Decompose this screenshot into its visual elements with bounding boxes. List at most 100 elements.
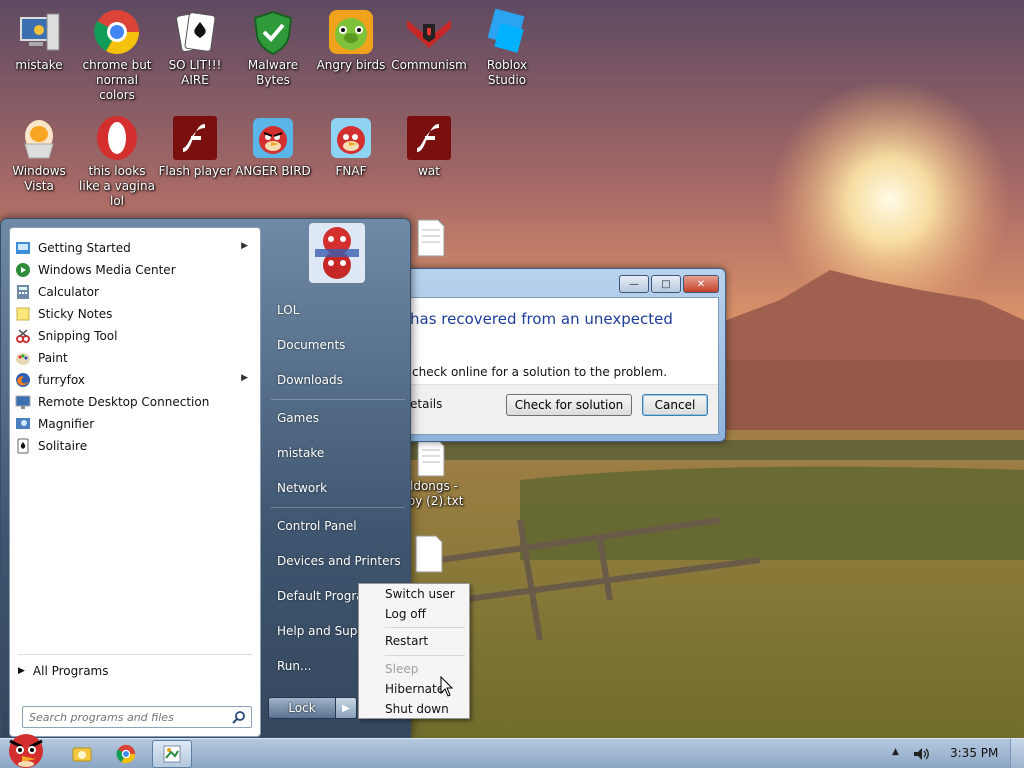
minimize-button[interactable]: — xyxy=(619,275,649,293)
desktop-icon-windows-vista[interactable]: Windows Vista xyxy=(0,114,78,194)
dialog-message: check online for a solution to the probl… xyxy=(412,365,668,379)
start-menu-item-label: Calculator xyxy=(38,285,99,299)
desktop-icon-wat[interactable]: wat xyxy=(390,114,468,179)
search-icon[interactable] xyxy=(232,710,246,724)
desktop-icon-flash-player[interactable]: Flash player xyxy=(156,114,234,179)
all-programs-button[interactable]: ▶ All Programs xyxy=(18,664,109,678)
desktop-icon-chrome[interactable]: chrome but normal colors xyxy=(78,8,156,103)
desktop-icon-label: Angry birds xyxy=(316,58,386,72)
taskbar: ▲ 3:35 PM xyxy=(0,734,1024,768)
text-file-icon[interactable] xyxy=(414,438,448,478)
show-desktop-button[interactable] xyxy=(1010,739,1024,768)
power-options-arrow-button[interactable]: ▶ xyxy=(335,697,357,719)
desktop-icon-communism[interactable]: Communism xyxy=(390,8,468,73)
desktop-icon-label: Roblox Studio xyxy=(486,58,528,87)
all-programs-label: All Programs xyxy=(32,664,109,678)
start-menu-item-furryfox[interactable]: furryfox ▶ xyxy=(14,369,256,391)
menu-item-shut-down[interactable]: Shut down xyxy=(361,699,467,719)
computer-icon xyxy=(15,8,63,56)
snipping-tool-icon xyxy=(14,327,32,345)
desktop-icon-malwarebytes[interactable]: Malware Bytes xyxy=(234,8,312,88)
start-right-item-network[interactable]: Network xyxy=(269,473,409,503)
start-menu-item-magnifier[interactable]: Magnifier xyxy=(14,413,256,435)
start-right-item-documents[interactable]: Documents xyxy=(269,330,409,360)
firefox-icon xyxy=(14,371,32,389)
start-right-item-devices-printers[interactable]: Devices and Printers xyxy=(269,546,409,576)
divider xyxy=(271,399,405,400)
chrome-icon xyxy=(93,8,141,56)
start-menu-item-calculator[interactable]: Calculator xyxy=(14,281,256,303)
menu-item-restart[interactable]: Restart xyxy=(361,631,467,651)
start-menu-item-label: Solitaire xyxy=(38,439,88,453)
maximize-button[interactable]: □ xyxy=(651,275,681,293)
start-menu-item-getting-started[interactable]: Getting Started ▶ xyxy=(14,237,256,259)
divider xyxy=(271,507,405,508)
divider xyxy=(385,627,465,628)
start-right-item-control-panel[interactable]: Control Panel xyxy=(269,511,409,541)
desktop-icon-opera[interactable]: this looks like a vagina lol xyxy=(78,114,156,209)
calculator-icon xyxy=(14,283,32,301)
communism-icon xyxy=(405,8,453,56)
start-menu-item-solitaire[interactable]: Solitaire xyxy=(14,435,256,457)
desktop-icon-angry-birds[interactable]: Angry birds xyxy=(312,8,390,73)
start-right-item-user[interactable]: LOL xyxy=(269,295,409,325)
menu-item-log-off[interactable]: Log off xyxy=(361,604,467,624)
desktop-icon-roblox-studio[interactable]: Roblox Studio xyxy=(468,8,546,88)
desktop-icon-label: Communism xyxy=(391,58,467,72)
paint-icon xyxy=(163,745,181,763)
angry-bird-icon xyxy=(327,114,375,162)
desktop-icon-mistake[interactable]: mistake xyxy=(0,8,78,73)
start-menu-item-remote-desktop[interactable]: Remote Desktop Connection xyxy=(14,391,256,413)
user-avatar[interactable] xyxy=(309,223,365,283)
flash-icon xyxy=(171,114,219,162)
desktop-icon-label: Malware Bytes xyxy=(247,58,299,87)
start-menu-item-windows-media-center[interactable]: Windows Media Center xyxy=(14,259,256,281)
chrome-icon xyxy=(116,744,136,764)
angry-birds-pig-icon xyxy=(327,8,375,56)
start-right-item-games[interactable]: Games xyxy=(269,403,409,433)
explorer-icon xyxy=(72,747,92,762)
paint-icon xyxy=(14,349,32,367)
show-hidden-icons-button[interactable]: ▲ xyxy=(892,747,899,757)
flash-icon xyxy=(405,114,453,162)
start-menu-item-paint[interactable]: Paint xyxy=(14,347,256,369)
start-menu: Getting Started ▶ Windows Media Center C… xyxy=(0,218,411,738)
close-button[interactable]: ✕ xyxy=(683,275,719,293)
check-for-solution-button[interactable]: Check for solution xyxy=(506,394,632,416)
start-menu-item-label: Remote Desktop Connection xyxy=(38,395,210,409)
taskbar-pin-explorer[interactable] xyxy=(62,740,102,768)
view-details-toggle[interactable]: etails xyxy=(410,397,442,411)
desktop-icon-label: mistake xyxy=(15,58,63,72)
start-menu-item-snipping-tool[interactable]: Snipping Tool xyxy=(14,325,256,347)
cancel-button[interactable]: Cancel xyxy=(642,394,708,416)
start-search-input[interactable] xyxy=(22,706,252,728)
taskbar-pin-paint[interactable] xyxy=(152,740,192,768)
start-menu-programs-pane: Getting Started ▶ Windows Media Center C… xyxy=(9,227,261,737)
desktop-icon-label: chrome but normal colors xyxy=(82,58,152,102)
desktop-icon-solitaire[interactable]: SO LIT!!! AIRE xyxy=(156,8,234,88)
desktop-icon-fnaf[interactable]: FNAF xyxy=(312,114,390,179)
start-menu-item-sticky-notes[interactable]: Sticky Notes xyxy=(14,303,256,325)
submenu-arrow-icon: ▶ xyxy=(241,241,248,251)
text-file-icon[interactable] xyxy=(414,218,448,258)
remote-desktop-icon xyxy=(14,393,32,411)
power-options-menu: Switch user Log off Restart Sleep Hibern… xyxy=(358,583,470,719)
desktop-icon-label: SO LIT!!! AIRE xyxy=(168,58,222,87)
desktop-icon-anger-bird[interactable]: ANGER BIRD xyxy=(234,114,312,179)
file-icon[interactable] xyxy=(412,534,446,574)
opera-icon xyxy=(93,114,141,162)
shield-icon xyxy=(249,8,297,56)
lock-button[interactable]: Lock xyxy=(268,697,336,719)
taskbar-clock[interactable]: 3:35 PM xyxy=(950,746,998,760)
desktop-icon-label: wat xyxy=(418,164,440,178)
menu-item-switch-user[interactable]: Switch user xyxy=(361,584,467,604)
start-menu-item-label: furryfox xyxy=(38,373,85,387)
sticky-notes-icon xyxy=(14,305,32,323)
volume-icon[interactable] xyxy=(912,745,930,763)
start-menu-item-label: Paint xyxy=(38,351,68,365)
start-right-item-downloads[interactable]: Downloads xyxy=(269,365,409,395)
start-right-item-computer[interactable]: mistake xyxy=(269,438,409,468)
taskbar-pin-chrome[interactable] xyxy=(106,740,146,768)
desktop-icon-label: Flash player xyxy=(158,164,232,178)
start-button[interactable] xyxy=(2,731,50,768)
